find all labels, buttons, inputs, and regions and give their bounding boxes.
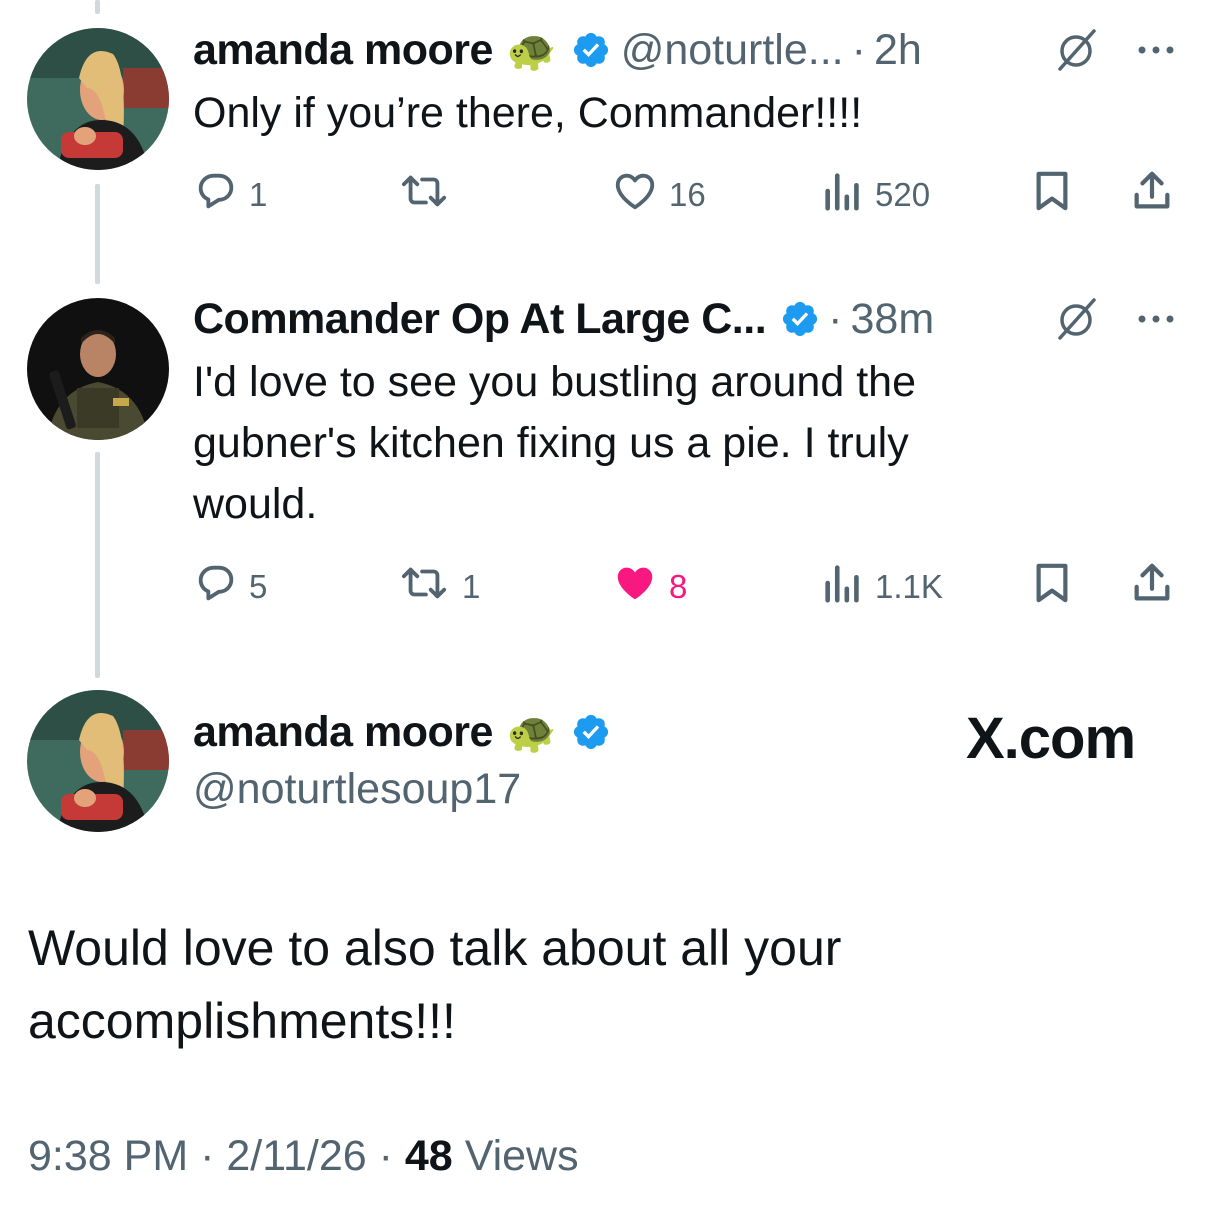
thread-line-1 <box>95 184 100 284</box>
avatar[interactable] <box>27 298 169 440</box>
bookmark-icon <box>1031 168 1073 222</box>
repost-icon <box>396 560 452 614</box>
action-bar: 5 1 8 1.1K <box>193 563 1176 611</box>
verified-badge-icon[interactable] <box>780 299 820 339</box>
repost-count: 1 <box>462 568 481 605</box>
views-icon <box>821 560 865 614</box>
more-icon[interactable] <box>1136 44 1176 56</box>
share-button[interactable] <box>1130 563 1174 611</box>
separator: · <box>378 1132 393 1180</box>
post-time[interactable]: 9:38 PM <box>28 1132 188 1180</box>
reply-count: 1 <box>249 176 268 213</box>
separator: · <box>851 25 866 74</box>
bookmark-button[interactable] <box>1031 171 1073 219</box>
grok-icon[interactable] <box>1054 27 1100 73</box>
views-label: Views <box>464 1132 579 1180</box>
timestamp[interactable]: 2h <box>874 26 922 75</box>
views-count: 1.1K <box>875 568 943 605</box>
verified-badge-icon[interactable] <box>571 712 611 752</box>
reply-button[interactable]: 5 <box>193 563 267 611</box>
views-button[interactable]: 1.1K <box>821 563 943 611</box>
reply-button[interactable]: 1 <box>193 171 267 219</box>
tweet-1[interactable]: amanda moore 🐢 @noturtle... · 2h Only if… <box>193 23 1176 213</box>
reply-count: 5 <box>249 568 268 605</box>
views-button[interactable]: 520 <box>821 171 930 219</box>
avatar[interactable] <box>27 28 169 170</box>
like-button[interactable]: 8 <box>611 563 687 611</box>
views-icon <box>821 168 865 222</box>
bookmark-button[interactable] <box>1031 563 1073 611</box>
separator: · <box>828 294 843 343</box>
like-button[interactable]: 16 <box>611 171 706 219</box>
author-name[interactable]: amanda moore <box>193 708 493 757</box>
views-count: 48 <box>404 1132 453 1180</box>
author-name[interactable]: Commander Op At Large C... <box>193 295 767 344</box>
post-date[interactable]: 2/11/26 <box>226 1132 366 1180</box>
author-handle[interactable]: @noturtle... <box>621 26 844 75</box>
like-icon <box>611 168 659 222</box>
like-icon <box>611 560 659 614</box>
tweet-2[interactable]: Commander Op At Large C... · 38m I'd lov… <box>193 292 1176 605</box>
verified-badge-icon[interactable] <box>571 30 611 70</box>
reply-icon <box>193 560 239 614</box>
turtle-emoji: 🐢 <box>506 710 557 755</box>
x-com-watermark: X.com <box>966 706 1136 771</box>
grok-icon[interactable] <box>1054 296 1100 342</box>
avatar[interactable] <box>27 690 169 832</box>
reply-icon <box>193 168 239 222</box>
separator: · <box>200 1132 215 1180</box>
views-count: 520 <box>875 176 931 213</box>
main-tweet-text: Would love to also talk about all your a… <box>28 920 842 1049</box>
share-icon <box>1130 168 1174 222</box>
turtle-emoji: 🐢 <box>506 28 557 73</box>
share-button[interactable] <box>1130 171 1174 219</box>
repost-button[interactable]: 1 <box>396 563 480 611</box>
tweet-text: I'd love to see you bustling around the … <box>193 358 916 528</box>
bookmark-icon <box>1031 560 1073 614</box>
thread-line-2 <box>95 452 100 678</box>
author-handle[interactable]: @noturtlesoup17 <box>193 765 1176 814</box>
action-bar: 1 16 520 <box>193 171 1176 219</box>
timestamp[interactable]: 38m <box>850 295 934 344</box>
tweet-meta: 9:38 PM · 2/11/26 · 48 Views <box>28 1132 579 1181</box>
repost-icon <box>396 168 452 222</box>
more-icon[interactable] <box>1136 313 1176 325</box>
repost-button[interactable] <box>396 171 462 219</box>
author-name[interactable]: amanda moore <box>193 26 493 75</box>
thread-line-top <box>95 0 100 14</box>
like-count: 8 <box>669 568 688 605</box>
share-icon <box>1130 560 1174 614</box>
like-count: 16 <box>669 176 706 213</box>
tweet-text: Only if you’re there, Commander!!!! <box>193 89 863 137</box>
